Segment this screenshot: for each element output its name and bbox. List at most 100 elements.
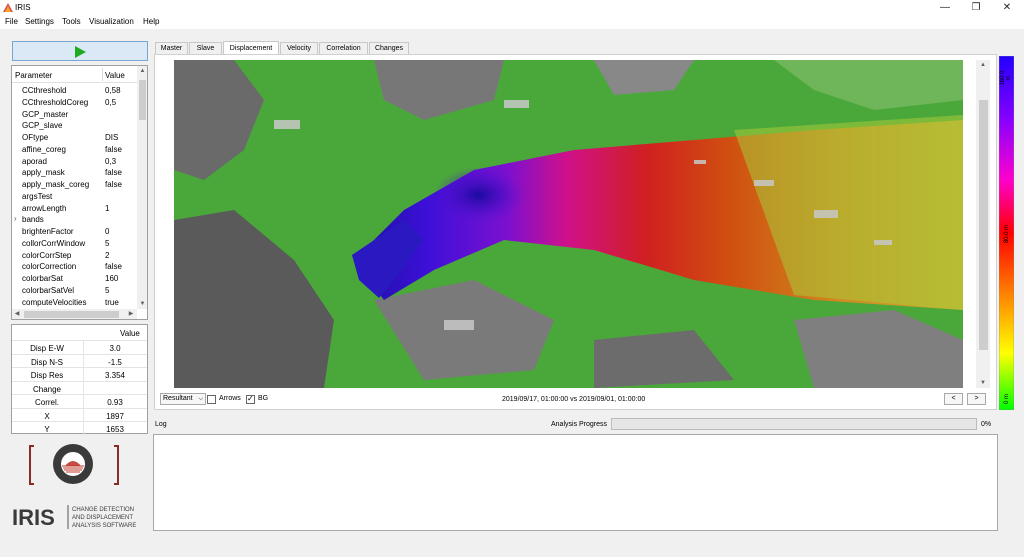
value-number: 1897 xyxy=(106,411,124,421)
value-row: X 1897 xyxy=(12,407,147,422)
scroll-down-icon[interactable]: ▼ xyxy=(137,299,147,309)
log-textarea[interactable] xyxy=(153,434,998,531)
previous-button[interactable]: < xyxy=(944,393,963,405)
colorbar-max-label: 160.0 m xyxy=(1000,70,1012,86)
scroll-thumb[interactable] xyxy=(979,100,988,350)
parameter-name: apply_mask_coreg xyxy=(22,180,90,190)
parameter-name: arrowLength xyxy=(22,203,67,213)
parameter-row[interactable]: aporad 0,3 xyxy=(12,155,137,167)
next-button[interactable]: > xyxy=(967,393,986,405)
value-row: Disp Res 3.354 xyxy=(12,367,147,381)
parameter-value[interactable]: 1 xyxy=(105,204,109,213)
parameter-row[interactable]: colorCorrection false xyxy=(12,260,137,272)
parameter-horizontal-scrollbar[interactable]: ◀ ▶ xyxy=(12,309,137,319)
window-title: IRIS xyxy=(15,3,31,12)
bg-label: BG xyxy=(258,395,269,402)
progress-percent: 0% xyxy=(981,421,992,428)
param-column-header[interactable]: Parameter xyxy=(15,71,52,80)
parameter-value[interactable]: true xyxy=(105,298,119,307)
scroll-left-icon[interactable]: ◀ xyxy=(12,309,22,319)
expand-arrow-icon[interactable]: › xyxy=(14,214,17,223)
parameter-value[interactable]: false xyxy=(105,145,122,154)
checkmark-icon: ✓ xyxy=(247,394,254,403)
progress-label: Analysis Progress xyxy=(551,421,608,428)
svg-text:CHANGE DETECTION: CHANGE DETECTION xyxy=(72,507,134,513)
minimize-button[interactable]: — xyxy=(930,1,960,15)
parameter-value[interactable]: 0 xyxy=(105,227,109,236)
scroll-down-icon[interactable]: ▼ xyxy=(976,378,990,388)
pixel-value-table: Value Disp E-W 3.0 Disp N-S -1.5 Disp Res 3.3… xyxy=(11,324,148,435)
parameter-row[interactable]: › bands xyxy=(12,213,137,225)
scroll-up-icon[interactable]: ▲ xyxy=(976,60,990,70)
parameter-row[interactable]: colorbarSat 160 xyxy=(12,272,137,284)
parameter-value[interactable]: 0,5 xyxy=(105,98,116,107)
parameter-row[interactable]: apply_mask_coreg false xyxy=(12,178,137,190)
parameter-row[interactable]: arrowLength 1 xyxy=(12,202,137,214)
parameter-row[interactable]: GCP_master xyxy=(12,108,137,120)
parameter-row[interactable]: OFtype DIS xyxy=(12,131,137,143)
value-number: 3.354 xyxy=(104,371,126,380)
value-column-header[interactable]: Value xyxy=(105,71,125,80)
parameter-row[interactable]: brightenFactor 0 xyxy=(12,225,137,237)
parameter-row[interactable]: CCthresholdCoreg 0,5 xyxy=(12,96,137,108)
parameter-value[interactable]: false xyxy=(105,168,122,177)
parameter-value[interactable]: 5 xyxy=(105,239,109,248)
map-vertical-scrollbar[interactable]: ▲ ▼ xyxy=(976,60,990,388)
parameter-value[interactable]: 2 xyxy=(105,251,109,260)
menu-bar: File Settings Tools Visualization Help xyxy=(0,16,1024,29)
display-controls: Resultant ⌵ Arrows ✓ BG 2019/09/17, 01:0… xyxy=(154,392,997,408)
parameter-value[interactable]: 5 xyxy=(105,286,109,295)
display-mode-select[interactable]: Resultant ⌵ xyxy=(160,393,206,405)
parameter-value[interactable]: 0,3 xyxy=(105,157,116,166)
parameter-row[interactable]: CCthreshold 0,58 xyxy=(12,84,137,96)
menu-tools[interactable]: Tools xyxy=(62,17,81,26)
close-button[interactable]: ✕ xyxy=(992,1,1022,15)
parameter-table[interactable]: Parameter Value CCthreshold 0,58 CCthresho… xyxy=(11,65,148,320)
scroll-right-icon[interactable]: ▶ xyxy=(126,309,136,319)
menu-settings[interactable]: Settings xyxy=(25,17,54,26)
title-bar: IRIS — ❐ ✕ xyxy=(0,0,1024,16)
menu-file[interactable]: File xyxy=(5,17,18,26)
parameter-name: colorbarSat xyxy=(22,274,63,284)
run-button[interactable] xyxy=(12,41,148,61)
bg-checkbox[interactable]: ✓ xyxy=(246,394,255,404)
value-row: Disp N-S -1.5 xyxy=(12,353,147,368)
display-mode-value: Resultant xyxy=(163,395,193,402)
parameter-name: CCthresholdCoreg xyxy=(22,97,89,107)
parameter-row[interactable]: GCP_slave xyxy=(12,119,137,131)
scroll-thumb[interactable] xyxy=(139,80,146,120)
tab-displacement[interactable]: Displacement xyxy=(223,41,279,55)
parameter-name: GCP_master xyxy=(22,109,69,119)
parameter-value[interactable]: false xyxy=(105,262,122,271)
parameter-vertical-scrollbar[interactable]: ▲ ▼ xyxy=(137,66,147,309)
parameter-table-header: Parameter Value xyxy=(12,66,137,83)
parameter-row[interactable]: argsTest xyxy=(12,190,137,202)
maximize-button[interactable]: ❐ xyxy=(961,1,991,15)
parameter-row[interactable]: collorCorrWindow 5 xyxy=(12,237,137,249)
play-icon xyxy=(75,46,86,58)
app-icon xyxy=(3,3,13,12)
parameter-name: argsTest xyxy=(22,191,53,201)
parameter-name: computeVelocities xyxy=(22,297,87,307)
parameter-value[interactable]: 0,58 xyxy=(105,86,121,95)
parameter-row[interactable]: apply_mask false xyxy=(12,166,137,178)
parameter-row[interactable]: colorbarSatVel 5 xyxy=(12,284,137,296)
arrows-checkbox[interactable] xyxy=(207,395,216,404)
scroll-thumb[interactable] xyxy=(24,311,119,318)
parameter-value[interactable]: false xyxy=(105,180,122,189)
parameter-name: GCP_slave xyxy=(22,121,63,131)
value-label: Change xyxy=(32,384,62,394)
parameter-value[interactable]: 160 xyxy=(105,274,118,283)
parameter-row[interactable]: affine_coreg false xyxy=(12,143,137,155)
parameter-value[interactable]: DIS xyxy=(105,133,118,142)
parameter-row[interactable]: computeVelocities true xyxy=(12,296,137,308)
date-range-label: 2019/09/17, 01:00:00 vs 2019/09/01, 01:0… xyxy=(502,396,646,403)
svg-text:AND DISPLACEMENT: AND DISPLACEMENT xyxy=(72,515,133,521)
value-row: Disp E-W 3.0 xyxy=(12,340,147,354)
menu-visualization[interactable]: Visualization xyxy=(89,17,134,26)
scroll-up-icon[interactable]: ▲ xyxy=(137,66,147,76)
value-number: -1.5 xyxy=(108,357,122,367)
parameter-row[interactable]: colorCorrStep 2 xyxy=(12,249,137,261)
menu-help[interactable]: Help xyxy=(143,17,159,26)
displacement-map[interactable] xyxy=(174,60,963,388)
